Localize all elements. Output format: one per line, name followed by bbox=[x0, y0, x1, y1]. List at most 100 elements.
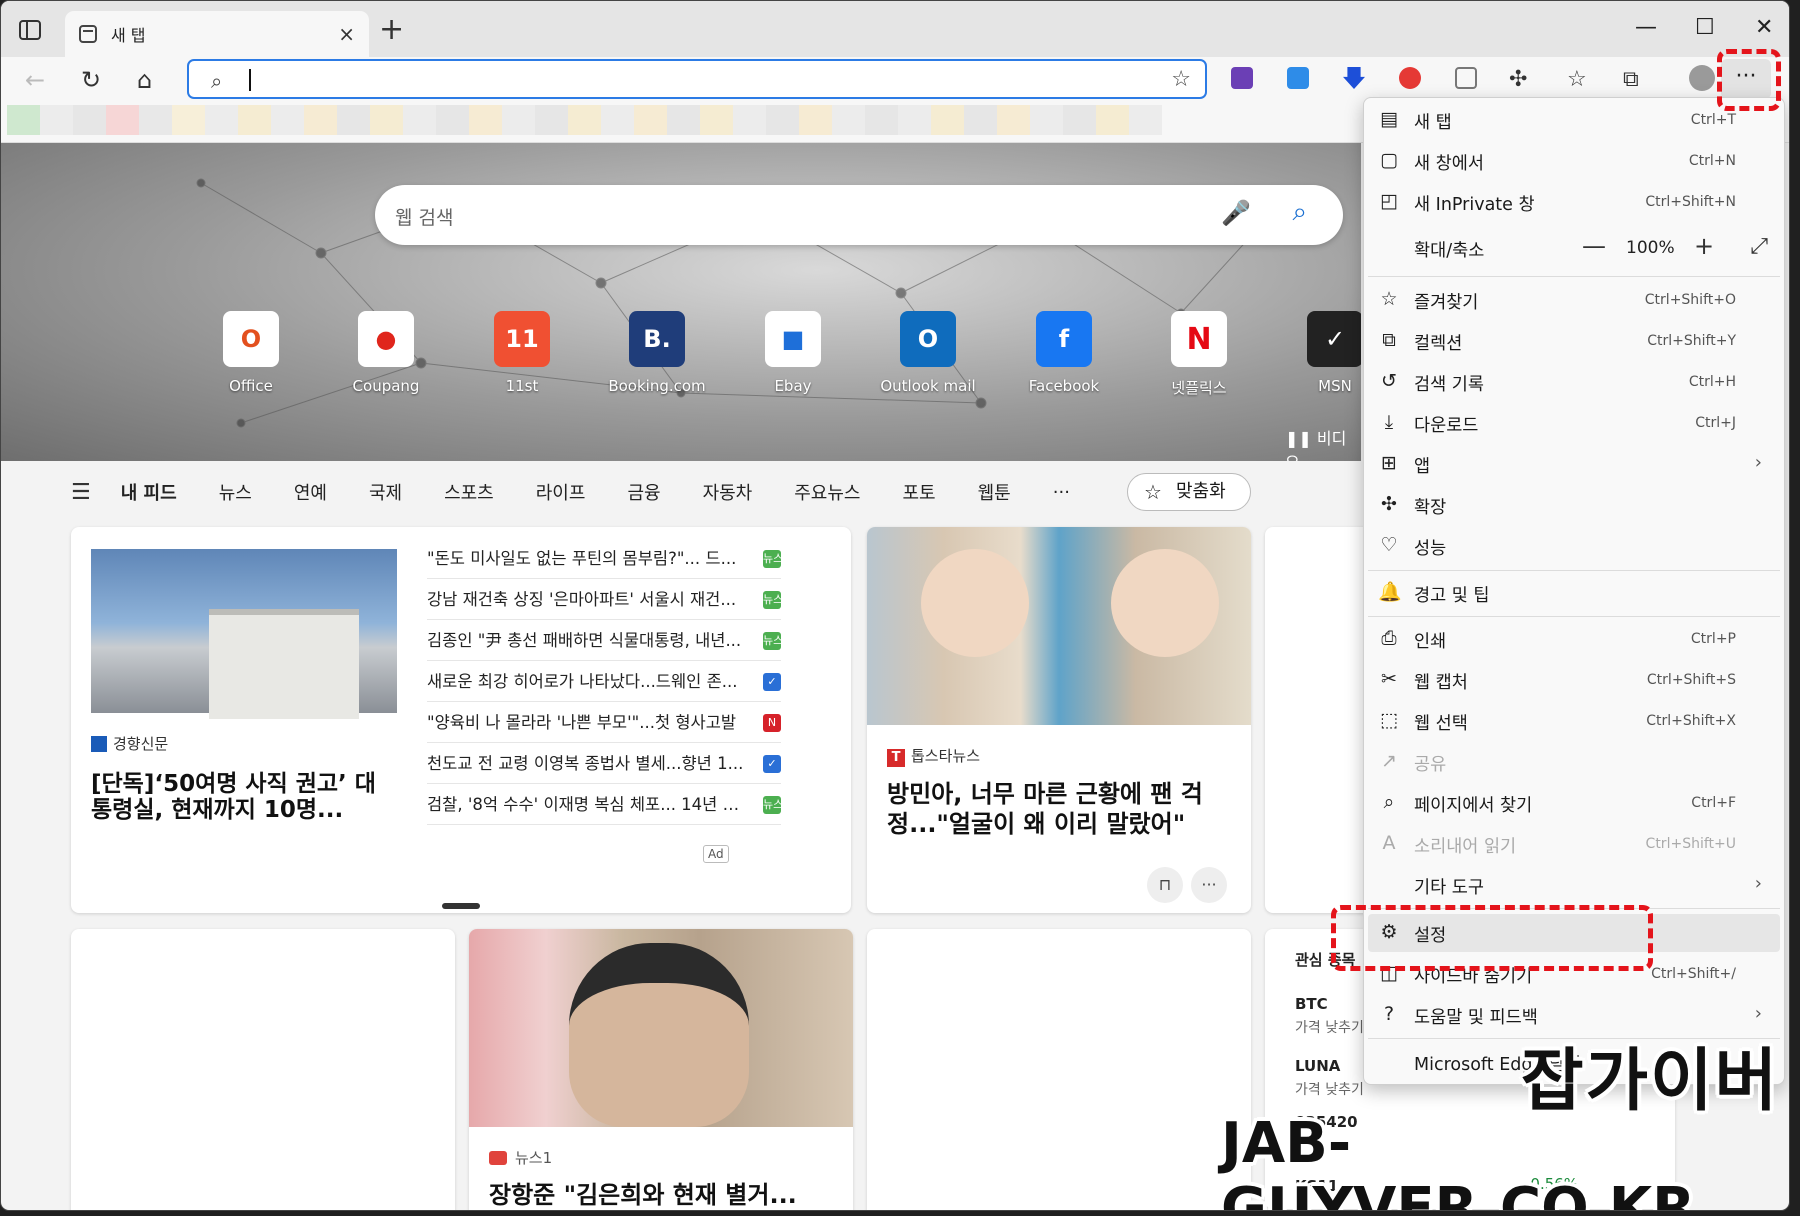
headline-link[interactable]: 새로운 최강 히어로가 나타났다...드웨인 존... ✓ bbox=[427, 662, 781, 702]
extension-download-icon[interactable] bbox=[1287, 67, 1309, 89]
favorite-item[interactable] bbox=[73, 105, 106, 135]
quick-link-msn[interactable]: ✓ MSN bbox=[1285, 311, 1361, 395]
favorite-item[interactable] bbox=[865, 105, 898, 135]
microphone-icon[interactable]: 🎤 bbox=[1221, 199, 1251, 227]
quick-link-office[interactable]: O Office bbox=[201, 311, 301, 395]
feed-tab-news[interactable]: 뉴스 bbox=[219, 479, 252, 505]
profile-avatar[interactable] bbox=[1689, 65, 1715, 91]
quick-link-booking[interactable]: B. Booking.com bbox=[607, 311, 707, 395]
feed-tab-entertainment[interactable]: 연예 bbox=[294, 479, 327, 505]
favorite-item[interactable] bbox=[271, 105, 304, 135]
menu-item-new-inprivate[interactable]: ◰ 새 InPrivate 창 Ctrl+Shift+N bbox=[1364, 182, 1784, 222]
menu-item-web-capture[interactable]: ✂ 웹 캡처 Ctrl+Shift+S bbox=[1364, 660, 1784, 700]
stock-symbol[interactable]: BTC bbox=[1295, 995, 1328, 1013]
feed-tab-sports[interactable]: 스포츠 bbox=[444, 479, 494, 505]
fullscreen-icon[interactable]: ⤢ bbox=[1750, 234, 1768, 259]
news-card-article[interactable]: 뉴스1 장항준 "김은희와 현재 별거... bbox=[469, 929, 853, 1210]
video-pause-button[interactable]: ❚❚ 비디오 bbox=[1285, 425, 1361, 461]
quick-link-11st[interactable]: 11 11st bbox=[472, 311, 572, 395]
extension-1-icon[interactable] bbox=[1231, 67, 1253, 89]
article-headline[interactable]: 장항준 "김은희와 현재 별거... bbox=[489, 1175, 797, 1210]
feed-tab-photo[interactable]: 포토 bbox=[903, 479, 936, 505]
home-button[interactable]: ⌂ bbox=[137, 65, 152, 95]
favorite-item[interactable] bbox=[535, 105, 568, 135]
extensions-icon[interactable]: ✣ bbox=[1509, 65, 1527, 95]
feed-tab-world[interactable]: 국제 bbox=[369, 479, 402, 505]
personalize-button[interactable]: 맞춤화 bbox=[1127, 473, 1251, 511]
favorite-item[interactable] bbox=[700, 105, 733, 135]
menu-item-print[interactable]: ⎙ 인쇄 Ctrl+P bbox=[1364, 619, 1784, 659]
tab-actions-icon[interactable] bbox=[19, 20, 41, 40]
menu-item-history[interactable]: ↺ 검색 기록 Ctrl+H bbox=[1364, 362, 1784, 402]
close-window-button[interactable]: ✕ bbox=[1755, 15, 1773, 40]
menu-item-find[interactable]: ⌕ 페이지에서 찾기 Ctrl+F bbox=[1364, 783, 1784, 823]
minimize-button[interactable]: — bbox=[1635, 15, 1657, 40]
favorite-item[interactable] bbox=[337, 105, 370, 135]
headline-link[interactable]: 검찰, '8억 수수' 이재명 복심 체포... 14년 17...뉴스 bbox=[427, 785, 781, 825]
menu-item-performance[interactable]: ♡ 성능 bbox=[1364, 526, 1784, 566]
favorites-icon[interactable]: ☆ bbox=[1567, 65, 1587, 95]
more-options-button[interactable]: ··· bbox=[1191, 867, 1227, 903]
extension-arrow-icon[interactable] bbox=[1343, 67, 1365, 89]
close-tab-button[interactable]: × bbox=[338, 22, 355, 46]
extension-block-icon[interactable] bbox=[1399, 67, 1421, 89]
menu-item-more-tools[interactable]: 기타 도구 › bbox=[1364, 865, 1784, 905]
favorite-item[interactable] bbox=[370, 105, 403, 135]
quick-link-facebook[interactable]: f Facebook bbox=[1014, 311, 1114, 395]
hamburger-menu-icon[interactable]: ☰ bbox=[71, 480, 91, 505]
news-card-article[interactable]: 톱스타뉴스 방민아, 너무 마른 근황에 팬 걱정..."얼굴이 왜 이리 말랐… bbox=[867, 527, 1251, 913]
menu-item-web-select[interactable]: ⬚ 웹 선택 Ctrl+Shift+X bbox=[1364, 701, 1784, 741]
favorite-item[interactable] bbox=[469, 105, 502, 135]
favorite-item[interactable] bbox=[1096, 105, 1129, 135]
new-tab-button[interactable]: + bbox=[379, 15, 404, 45]
favorite-item[interactable] bbox=[139, 105, 172, 135]
favorite-item[interactable] bbox=[667, 105, 700, 135]
feed-more-button[interactable]: ··· bbox=[1053, 482, 1070, 503]
feed-tab-webtoon[interactable]: 웹툰 bbox=[978, 479, 1011, 505]
collections-icon[interactable]: ⧉ bbox=[1623, 65, 1639, 95]
favorite-item[interactable] bbox=[964, 105, 997, 135]
feed-tab-autos[interactable]: 자동차 bbox=[703, 479, 753, 505]
favorite-item[interactable] bbox=[7, 105, 40, 135]
favorite-item[interactable] bbox=[931, 105, 964, 135]
menu-item-alerts[interactable]: 🔔 경고 및 팁 bbox=[1364, 573, 1784, 613]
feed-tab-finance[interactable]: 금융 bbox=[627, 479, 660, 505]
back-button[interactable]: ← bbox=[25, 65, 45, 95]
favorite-item[interactable] bbox=[205, 105, 238, 135]
headline-link[interactable]: 김종인 "尹 총선 패배하면 식물대통령, 내년...뉴스 bbox=[427, 621, 781, 661]
news-card-top-stories[interactable]: 경향신문 [단독]‘50여명 사직 권고’ 대통령실, 현재까지 10명... … bbox=[71, 527, 851, 913]
zoom-in-button[interactable]: + bbox=[1694, 232, 1714, 260]
extension-tag-icon[interactable] bbox=[1455, 67, 1477, 89]
article-headline[interactable]: 방민아, 너무 마른 근황에 팬 걱정..."얼굴이 왜 이리 말랐어" bbox=[887, 779, 1227, 839]
address-bar[interactable]: ⌕ ☆ bbox=[187, 59, 1207, 99]
article-headline[interactable]: [단독]‘50여명 사직 권고’ 대통령실, 현재까지 10명... bbox=[91, 771, 391, 823]
quick-link-ebay[interactable]: ■ Ebay bbox=[743, 311, 843, 395]
reload-button[interactable]: ↻ bbox=[81, 65, 101, 95]
maximize-button[interactable]: ☐ bbox=[1695, 15, 1715, 40]
favorite-item[interactable] bbox=[106, 105, 139, 135]
favorite-item[interactable] bbox=[1030, 105, 1063, 135]
favorite-item[interactable] bbox=[40, 105, 73, 135]
favorite-item[interactable] bbox=[403, 105, 436, 135]
quick-link-netflix[interactable]: N 넷플릭스 bbox=[1149, 311, 1249, 398]
favorite-item[interactable] bbox=[568, 105, 601, 135]
favorite-item[interactable] bbox=[634, 105, 667, 135]
menu-item-downloads[interactable]: ⤓ 다운로드 Ctrl+J bbox=[1364, 403, 1784, 443]
favorite-item[interactable] bbox=[766, 105, 799, 135]
favorite-item[interactable] bbox=[601, 105, 634, 135]
feed-tab-top-news[interactable]: 주요뉴스 bbox=[794, 479, 860, 505]
menu-item-new-window[interactable]: ▢ 새 창에서 Ctrl+N bbox=[1364, 141, 1784, 181]
menu-item-favorites[interactable]: ☆ 즐겨찾기 Ctrl+Shift+O bbox=[1364, 280, 1784, 320]
favorite-item[interactable] bbox=[832, 105, 865, 135]
favorite-item[interactable] bbox=[898, 105, 931, 135]
menu-item-apps[interactable]: ⊞ 앱 › bbox=[1364, 444, 1784, 484]
menu-item-collections[interactable]: ⧉ 컬렉션 Ctrl+Shift+Y bbox=[1364, 321, 1784, 361]
menu-item-extensions[interactable]: ✣ 확장 bbox=[1364, 485, 1784, 525]
headline-link[interactable]: "돈도 미사일도 없는 푸틴의 몸부림?"... 드...뉴스 bbox=[427, 539, 781, 579]
feed-tab-life[interactable]: 라이프 bbox=[536, 479, 586, 505]
favorite-item[interactable] bbox=[1063, 105, 1096, 135]
favorite-item[interactable] bbox=[238, 105, 271, 135]
stock-symbol[interactable]: LUNA bbox=[1295, 1057, 1340, 1075]
headline-link[interactable]: 천도교 전 교령 이영복 종법사 별세...향년 1... ✓ bbox=[427, 744, 781, 784]
bookmark-button[interactable]: ⊓ bbox=[1147, 867, 1183, 903]
